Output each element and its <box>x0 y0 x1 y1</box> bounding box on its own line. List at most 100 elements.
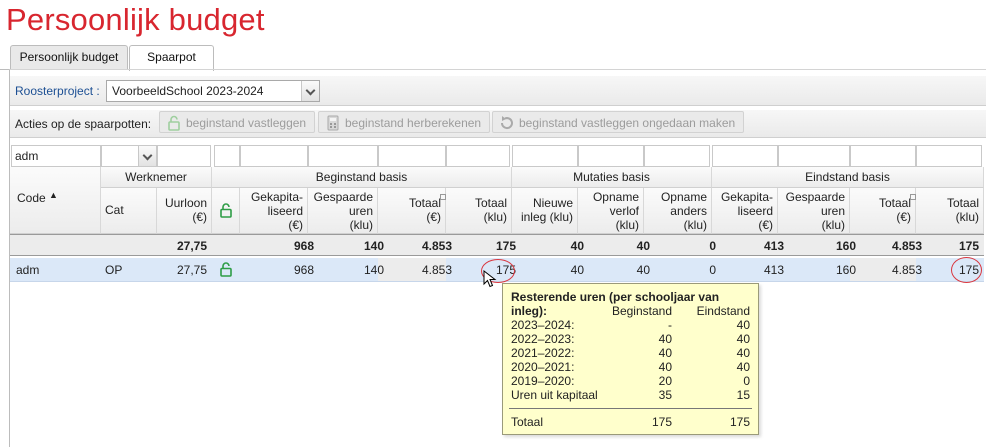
m-verlof-header-label: Opname verlof (klu) <box>592 190 639 232</box>
row-e-gekap: 413 <box>763 263 784 277</box>
actions-bar: Acties op de spaarpotten: beginstand vas… <box>10 110 986 138</box>
b-tot-klu-filter[interactable] <box>446 145 510 167</box>
e-tot-eur-header-label: Totaal (€) <box>878 196 911 224</box>
beginstand-group-label: Beginstand basis <box>315 170 408 184</box>
m-nieuwe-header-label: Nieuwe inleg (klu) <box>520 196 573 224</box>
project-select-value: VoorbeeldSchool 2023-2024 <box>112 84 264 98</box>
cat-filter-select[interactable] <box>101 145 157 167</box>
lock-open-icon[interactable] <box>219 262 233 277</box>
row-m-verlof: 40 <box>636 263 650 277</box>
row-uurloon: 27,75 <box>176 263 207 277</box>
totals-b-gesp: 140 <box>363 239 384 253</box>
calculator-icon <box>327 115 339 131</box>
beginstand-group-header: Beginstand basis <box>212 167 512 188</box>
m-verlof-column-header[interactable]: Opname verlof (klu) <box>578 188 644 234</box>
beginstand-herberekenen-button[interactable]: beginstand herberekenen <box>318 111 491 133</box>
e-tot-klu-filter[interactable] <box>916 145 982 167</box>
e-gesp-header-label: Gespaarde uren (klu) <box>785 190 845 232</box>
m-anders-header-label: Opname anders (klu) <box>660 190 707 232</box>
totals-m-verlof: 40 <box>636 239 650 253</box>
e-gekap-header-label: Gekapita-liseerd (€) <box>720 190 773 232</box>
highlight-circle <box>951 257 982 283</box>
e-tot-eur-column-header[interactable]: Totaal (€) <box>850 188 916 234</box>
b-tot-klu-header-label: Totaal (klu) <box>474 196 507 224</box>
tab-persoonlijk-budget[interactable]: Persoonlijk budget <box>10 45 128 70</box>
tooltip-row: Uren uit kapitaal 35 15 <box>511 388 750 402</box>
lock-column-header[interactable] <box>212 188 240 234</box>
e-gekap-filter[interactable] <box>712 145 778 167</box>
mutaties-group-header: Mutaties basis <box>512 167 712 188</box>
b-tot-eur-header-label: Totaal (€) <box>408 196 441 224</box>
row-b-gesp: 140 <box>363 263 384 277</box>
totals-uurloon: 27,75 <box>176 239 207 253</box>
mouse-cursor-icon <box>483 270 497 288</box>
tooltip-row: 2021–2022: 40 40 <box>511 346 750 360</box>
row-m-anders: 0 <box>709 263 716 277</box>
b-tot-klu-column-header[interactable]: Totaal (klu) <box>446 188 512 234</box>
tooltip-resterende-uren: Resterende uren (per schooljaar van inle… <box>502 283 759 435</box>
tooltip-header-row: Beginstand Eindstand <box>503 304 758 318</box>
undo-icon <box>500 116 513 130</box>
e-gesp-filter[interactable] <box>778 145 850 167</box>
m-nieuwe-column-header[interactable]: Nieuwe inleg (klu) <box>512 188 578 234</box>
row-m-nieuwe: 40 <box>570 263 584 277</box>
beginstand-vastleggen-label: beginstand vastleggen <box>186 116 307 130</box>
lock-open-icon <box>168 115 180 131</box>
totals-e-tot-klu: 175 <box>958 239 979 253</box>
e-tot-klu-header-label: Totaal (klu) <box>946 196 979 224</box>
tooltip-row: 2020–2021: 40 40 <box>511 360 750 374</box>
page-title: Persoonlijk budget <box>6 2 265 37</box>
e-tot-eur-filter[interactable] <box>850 145 916 167</box>
b-gesp-filter[interactable] <box>308 145 378 167</box>
totals-b-gekap: 968 <box>293 239 314 253</box>
m-nieuwe-filter[interactable] <box>512 145 578 167</box>
tooltip-col-begin: Beginstand <box>611 304 672 318</box>
e-gekap-column-header[interactable]: Gekapita-liseerd (€) <box>712 188 778 234</box>
lock-open-icon <box>220 203 232 218</box>
row-b-tot-eur: 4.853 <box>421 263 452 277</box>
code-filter-value: adm <box>15 149 39 163</box>
m-verlof-filter[interactable] <box>578 145 644 167</box>
cat-header-label: Cat <box>105 203 124 217</box>
totals-b-tot-klu: 175 <box>495 239 516 253</box>
code-filter-input[interactable]: adm <box>11 145 101 167</box>
cat-column-header[interactable]: Cat <box>101 188 157 234</box>
m-anders-filter[interactable] <box>644 145 710 167</box>
b-tot-eur-filter[interactable] <box>378 145 446 167</box>
uurloon-header-label: Uurloon (€) <box>164 196 207 224</box>
project-bar: Roosterproject : VoorbeeldSchool 2023-20… <box>10 76 986 106</box>
e-gesp-column-header[interactable]: Gespaarde uren (klu) <box>778 188 850 234</box>
werknemer-group-header: Werknemer <box>101 167 212 188</box>
totals-row: 27,75 968 140 4.853 175 40 40 0 413 160 … <box>10 234 984 256</box>
project-select-button[interactable] <box>301 81 319 101</box>
project-label: Roosterproject : <box>15 84 100 98</box>
totals-b-tot-eur: 4.853 <box>421 239 452 253</box>
project-select[interactable]: VoorbeeldSchool 2023-2024 <box>106 80 320 102</box>
totals-m-anders: 0 <box>709 239 716 253</box>
e-tot-klu-column-header[interactable]: Totaal (klu) <box>916 188 984 234</box>
tooltip-row: 2023–2024: - 40 <box>511 318 750 332</box>
b-gesp-column-header[interactable]: Gespaarde uren (klu) <box>308 188 378 234</box>
actions-label: Acties op de spaarpotten: <box>15 117 152 131</box>
cat-filter-button[interactable] <box>138 146 156 166</box>
totals-e-gesp: 160 <box>835 239 856 253</box>
b-gekap-column-header[interactable]: Gekapita-liseerd (€) <box>240 188 308 234</box>
totals-e-tot-eur: 4.853 <box>891 239 922 253</box>
beginstand-ongedaan-label: beginstand vastleggen ongedaan maken <box>519 116 736 130</box>
werknemer-group-label: Werknemer <box>125 170 187 184</box>
beginstand-ongedaan-button[interactable]: beginstand vastleggen ongedaan maken <box>492 111 745 133</box>
m-anders-column-header[interactable]: Opname anders (klu) <box>644 188 712 234</box>
row-e-tot-eur: 4.853 <box>891 263 922 277</box>
row-code: adm <box>16 263 40 277</box>
eindstand-group-label: Eindstand basis <box>805 170 890 184</box>
b-gekap-filter[interactable] <box>240 145 308 167</box>
uurloon-filter[interactable] <box>157 145 211 167</box>
uurloon-column-header[interactable]: Uurloon (€) <box>157 188 212 234</box>
lock-filter[interactable] <box>214 145 240 167</box>
tooltip-row: 2022–2023: 40 40 <box>511 332 750 346</box>
code-column-header[interactable]: Code ▲ <box>10 167 101 234</box>
b-gekap-header-label: Gekapita-liseerd (€) <box>250 190 303 232</box>
beginstand-vastleggen-button[interactable]: beginstand vastleggen <box>159 111 316 133</box>
b-tot-eur-column-header[interactable]: Totaal (€) <box>378 188 446 234</box>
tab-spaarpot[interactable]: Spaarpot <box>129 45 214 71</box>
